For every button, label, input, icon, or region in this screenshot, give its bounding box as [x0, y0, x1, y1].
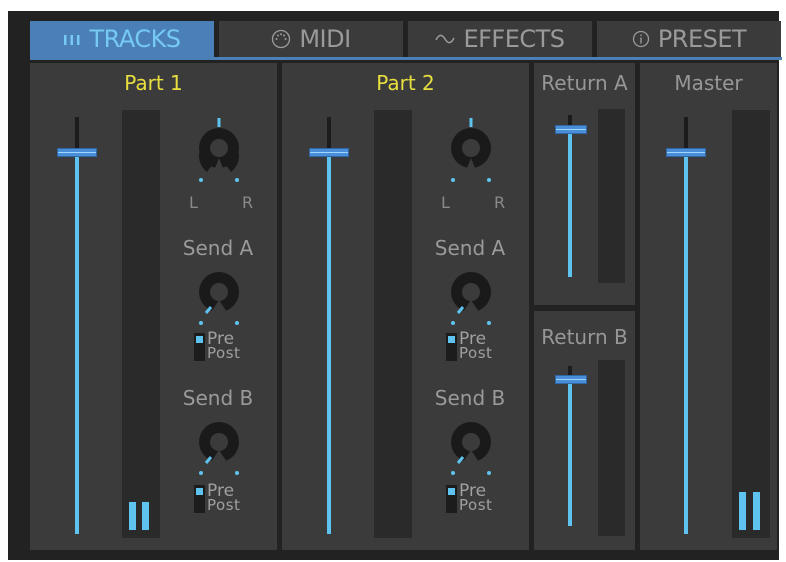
part-2-level-meter [374, 110, 412, 538]
pre-post-switch [194, 333, 205, 361]
tracks-icon [63, 32, 81, 46]
return-a-fader-level [568, 129, 572, 277]
return-b-title: Return B [541, 325, 628, 349]
part-1-level-meter [122, 110, 160, 538]
part-2-pan-left-label: L [441, 193, 450, 212]
master-fader-level [684, 153, 688, 534]
return-a-level-meter [598, 109, 625, 283]
tab-effects[interactable]: EFFECTS [408, 21, 592, 57]
part-1-fader-handle[interactable] [57, 148, 97, 157]
part-1-title: Part 1 [124, 71, 183, 95]
master-fader-handle[interactable] [666, 148, 706, 157]
pre-post-switch [446, 485, 457, 513]
return-a-title: Return A [541, 71, 628, 95]
part-1-meter-left [129, 502, 136, 530]
return-b-level-meter [598, 360, 625, 536]
part-1-send-a-label: Send A [182, 236, 254, 260]
pre-post-indicator [448, 488, 455, 495]
pre-post-switch [194, 485, 205, 513]
part-1-send-b-pre-post-toggle[interactable]: Pre Post [194, 481, 264, 515]
part-2-send-a-knob[interactable] [441, 266, 501, 328]
part-2-pan-knob[interactable] [441, 114, 501, 192]
return-b-fader-handle[interactable] [555, 375, 587, 384]
post-label: Post [207, 344, 241, 362]
part-1-pan-right-label: R [242, 193, 254, 212]
tab-preset-label: PRESET [657, 25, 747, 53]
part-2-fader-handle[interactable] [309, 148, 349, 157]
pre-post-indicator [448, 336, 455, 343]
part-1-send-a-pre-post-toggle[interactable]: Pre Post [194, 329, 264, 363]
part-2-title: Part 2 [376, 71, 435, 95]
master-meter-right [753, 492, 760, 530]
return-b-fader-level [568, 379, 572, 526]
part-1-send-b-label: Send B [182, 386, 254, 410]
part-1-meter-right [142, 502, 149, 530]
part-1-send-a-knob[interactable] [189, 266, 249, 328]
tab-midi[interactable]: MIDI [219, 21, 403, 57]
midi-icon [271, 29, 291, 49]
tab-midi-label: MIDI [299, 25, 351, 53]
return-a-fader-handle[interactable] [555, 125, 587, 134]
part-1-pan-knob[interactable] [189, 114, 249, 192]
part-2-send-a-pre-post-toggle[interactable]: Pre Post [446, 329, 516, 363]
tab-effects-label: EFFECTS [463, 25, 565, 53]
post-label: Post [207, 496, 241, 514]
part-1-pan-left-label: L [189, 193, 198, 212]
pre-post-indicator [196, 488, 203, 495]
part-2-send-b-label: Send B [434, 386, 506, 410]
post-label: Post [459, 496, 493, 514]
part-2-pan-right-label: R [494, 193, 506, 212]
return-b-panel: Return B [534, 311, 635, 550]
tab-tracks-label: TRACKS [89, 25, 181, 53]
info-icon [632, 30, 650, 48]
master-title: Master [674, 71, 743, 95]
part-2-send-b-knob[interactable] [441, 416, 501, 478]
return-a-panel: Return A [534, 63, 635, 305]
effects-icon [435, 32, 456, 46]
part-1-send-b-knob[interactable] [189, 416, 249, 478]
master-level-meter [732, 110, 770, 538]
part-2-fader-level [327, 153, 331, 534]
tab-underline [30, 57, 782, 60]
master-panel: Master [640, 63, 777, 550]
post-label: Post [459, 344, 493, 362]
part-1-fader-level [75, 153, 79, 534]
pre-post-indicator [196, 336, 203, 343]
tab-tracks[interactable]: TRACKS [30, 21, 214, 57]
part-1-panel: Part 1 L R Send A Pre Post Send B Pre Po… [30, 63, 277, 550]
part-2-panel: Part 2 L R Send A Pre Post Send B Pre Po… [282, 63, 529, 550]
part-2-send-b-pre-post-toggle[interactable]: Pre Post [446, 481, 516, 515]
master-meter-left [739, 492, 746, 530]
tab-preset[interactable]: PRESET [597, 21, 781, 57]
part-2-send-a-label: Send A [434, 236, 506, 260]
pre-post-switch [446, 333, 457, 361]
